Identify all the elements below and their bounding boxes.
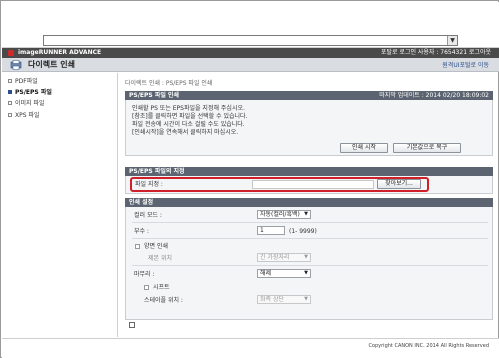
page-top-icon[interactable] (129, 322, 135, 328)
sidebar-bullet-icon (8, 79, 12, 83)
chevron-down-icon: ▼ (304, 270, 308, 276)
highlight-box (130, 177, 429, 192)
info-line: [인쇄시작]을 연속해서 클릭하지 마십시오. (132, 129, 239, 136)
settings-section-title: 인쇄 설정 (129, 199, 154, 206)
sidebar-bullet-icon (8, 101, 12, 105)
sidebar-bullet-icon (8, 90, 12, 94)
info-line: 인쇄할 PS 또는 EPS파일을 지정해 주십시오. (132, 105, 245, 112)
address-dropdown[interactable]: ▼ (43, 35, 458, 46)
divider (132, 222, 488, 223)
brand-bar: imageRUNNER ADVANCE 포탈로 로그인 사용자 : 765432… (2, 48, 499, 58)
print-section-title: PS/EPS 파일 인쇄 (129, 92, 179, 99)
settings-section-header: 인쇄 설정 (125, 198, 493, 207)
finishing-label: 마무리 : (134, 271, 155, 278)
chevron-down-icon: ▼ (304, 296, 308, 302)
binding-select[interactable]: 긴 가장자리 ▼ (257, 253, 311, 262)
finishing-select[interactable]: 해제 ▼ (257, 269, 311, 278)
print-info-box: 인쇄할 PS 또는 EPS파일을 지정해 주십시오. [참조]를 클릭하면 파일… (125, 100, 493, 156)
brand-name: imageRUNNER ADVANCE (18, 49, 102, 56)
color-mode-select[interactable]: 자동(컬러/흑백) ▼ (257, 210, 311, 219)
duplex-checkbox[interactable] (135, 244, 140, 249)
copies-input[interactable]: 1 (257, 226, 285, 235)
shift-label: 시프트 (153, 284, 170, 291)
sidebar-bullet-icon (8, 113, 12, 117)
sidebar-item-image[interactable]: 이미지 파일 (8, 99, 45, 108)
copies-range: (1- 9999) (289, 228, 317, 235)
color-mode-value: 자동(컬러/흑백) (260, 211, 300, 218)
info-line: [참조]를 클릭하면 파일을 선택할 수 있습니다. (132, 113, 248, 120)
chevron-down-icon: ▼ (304, 254, 308, 260)
title-bar: 다이렉트 인쇄 원격UI포털로 이동 (2, 58, 499, 72)
start-print-button[interactable]: 인쇄 시작 (340, 143, 388, 153)
sidebar-item-label: 이미지 파일 (15, 100, 45, 107)
portal-link[interactable]: 원격UI포털로 이동 (442, 62, 489, 69)
sidebar-item-pdf[interactable]: PDF파일 (8, 77, 38, 86)
info-line: 파일 전송에 시간이 다소 걸릴 수도 있습니다. (132, 121, 245, 128)
file-section-header: PS/EPS 파일의 지정 (125, 167, 493, 176)
copyright: Copyright CANON INC. 2014 All Rights Res… (368, 343, 489, 349)
copies-label: 부수 : (134, 228, 149, 235)
file-section-title: PS/EPS 파일의 지정 (129, 168, 185, 175)
footer: Copyright CANON INC. 2014 All Rights Res… (2, 338, 499, 358)
reset-defaults-button[interactable]: 기본값으로 복구 (393, 143, 461, 153)
settings-box: 컬러 모드 : 자동(컬러/흑백) ▼ 부수 : 1 (1- 9999) 양면 인… (125, 207, 493, 320)
sidebar-item-label: XPS 파일 (15, 112, 40, 119)
shift-checkbox[interactable] (144, 285, 149, 290)
finishing-value: 해제 (260, 270, 272, 277)
canon-logo-icon (8, 50, 14, 56)
print-section-header: PS/EPS 파일 인쇄 마지막 업데이트 : 2014 02/20 18:09… (125, 91, 493, 100)
browser-toolbar: ▼ (2, 2, 499, 48)
staple-select[interactable]: 좌측 상단 ▼ (257, 295, 311, 304)
divider (132, 238, 488, 239)
page-title: 다이렉트 인쇄 (28, 60, 75, 69)
sidebar-item-label: PDF파일 (15, 78, 38, 85)
last-updated: 마지막 업데이트 : 2014 02/20 18:09:02 (379, 92, 489, 99)
chevron-down-icon: ▼ (304, 211, 308, 217)
divider (132, 265, 488, 266)
sidebar-item-ps-eps[interactable]: PS/EPS 파일 (8, 88, 52, 97)
sidebar-item-xps[interactable]: XPS 파일 (8, 111, 40, 120)
dropdown-arrow-icon[interactable]: ▼ (447, 36, 457, 45)
main-panel: PS/EPS 파일 인쇄 마지막 업데이트 : 2014 02/20 18:09… (125, 91, 495, 337)
breadcrumb: 다이렉트 인쇄 : PS/EPS 파일 인쇄 (125, 80, 213, 87)
staple-value: 좌측 상단 (260, 296, 284, 303)
binding-value: 긴 가장자리 (260, 254, 290, 261)
color-mode-label: 컬러 모드 : (134, 212, 162, 219)
login-info: 포탈로 로그인 사용자 : 7654321 로그아웃 (380, 49, 491, 56)
duplex-label: 양면 인쇄 (144, 243, 168, 250)
staple-label: 스테이플 위치 : (144, 297, 183, 304)
direct-print-icon (10, 60, 22, 70)
sidebar: PDF파일 PS/EPS 파일 이미지 파일 XPS 파일 (2, 73, 118, 337)
window-frame: ▼ imageRUNNER ADVANCE 포탈로 로그인 사용자 : 7654… (0, 0, 499, 358)
sidebar-item-label: PS/EPS 파일 (15, 89, 52, 96)
binding-label: 제본 위치 (148, 255, 172, 262)
